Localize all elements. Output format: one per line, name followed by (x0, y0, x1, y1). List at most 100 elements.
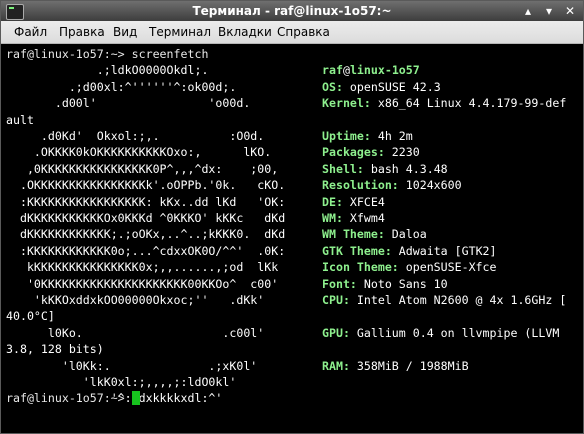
minimize-icon[interactable]: ▴ (520, 3, 536, 19)
info-value: bash 4.3.48 (363, 161, 448, 176)
info-value: Adwaita [GTK2] (391, 243, 497, 258)
logo-text: .d00l' 'o00d. (6, 96, 251, 111)
info-label: WM Theme: (322, 227, 385, 242)
logo-line: dKKKKKKKKKKKOx0KKKd ^0KKKO' kKKc dKd (6, 210, 285, 226)
info-label: Icon Theme: (322, 260, 399, 275)
logo-line: ,0KKKKKKKKKKKKKKKK0P^,,,^dx: ;00, (6, 161, 278, 177)
command-line: raf@linux-1o57:~> screenfetch (6, 46, 208, 62)
logo-text: 'kKKOxddxkOO00000Okxoc;'' .dKk' (6, 293, 265, 307)
logo-text: .OKKKKKKKKKKKKKKKKk'.oOPPb.'0k. cKO. (6, 178, 286, 193)
info-value: Intel Atom N2600 @ 4x 1.6GHz [ (349, 293, 567, 307)
logo-text: l0Ko. .c00l' (6, 325, 265, 340)
info-line: 3.8, 128 bits) (6, 341, 104, 357)
title-bar[interactable]: Терминал - raf@linux-1o57:~ ▴ ▾ ✕ (1, 1, 583, 21)
info-line: GTK Theme: Adwaita [GTK2] (322, 243, 497, 259)
info-line: CPU: Intel Atom N2600 @ 4x 1.6GHz [ (322, 292, 566, 308)
info-line: Shell: bash 4.3.48 (322, 161, 448, 177)
info-value: Gallium 0.4 on llvmpipe (LLVM (349, 325, 560, 340)
info-label: Uptime: (322, 129, 371, 143)
info-line: WM Theme: Daloa (322, 226, 427, 242)
user-name: raf (322, 63, 343, 78)
info-value: x86_64 Linux 4.4.179-99-def (370, 96, 567, 111)
info-line: Kernel: x86_64 Linux 4.4.179-99-def (322, 95, 566, 111)
menu-view[interactable]: Вид (113, 25, 137, 39)
menu-bar: Файл Правка Вид Терминал Вкладки Справка (1, 21, 583, 44)
at-sign: @ (342, 63, 350, 78)
prompt: raf@linux-1o57:~> (6, 47, 132, 61)
logo-line: .OKKKK0kOKKKKKKKKKKOxo:, lKO. (6, 144, 271, 160)
logo-line: 'lkK0xl:;,,,,;:ldO0kl' (6, 374, 237, 390)
info-line: Uptime: 4h 2m (322, 128, 413, 144)
info-label: Kernel: (322, 96, 371, 111)
info-label: WM: (322, 211, 343, 225)
logo-text: .;d00xl:^''''''^:ok00d;. (6, 79, 237, 94)
text-cursor[interactable] (131, 391, 140, 406)
logo-line: kKKKKKKKKKKKKKKK0x;,,......,;od lKk (6, 259, 278, 275)
logo-text: dKKKKKKKKKKKOx0KKKd ^0KKKO' kKKc dKd (6, 211, 286, 225)
info-line: GPU: Gallium 0.4 on llvmpipe (LLVM (322, 325, 559, 341)
info-line: DE: XFCE4 (322, 194, 385, 210)
logo-line: .d0Kd' Okxol:;,. :O0d. (6, 128, 264, 144)
logo-line: :KKKKKKKKKKKK0o;...^cdxxOK0O/^^' .0K: (6, 243, 285, 259)
info-value: openSUSE 42.3 (342, 79, 441, 94)
info-value: Daloa (384, 227, 427, 242)
info-label: GPU: (322, 325, 350, 340)
close-icon[interactable]: ✕ (562, 3, 578, 19)
info-label: Shell: (322, 161, 364, 176)
info-line: Resolution: 1024x600 (322, 177, 462, 193)
window-title: Терминал - raf@linux-1o57:~ (192, 4, 392, 18)
info-value: 358MiB / 1988MiB (349, 358, 469, 373)
logo-text: .OKKKK0kOKKKKKKKKKKOxo:, lKO. (6, 145, 272, 160)
logo-text: :KKKKKKKKKKKKKKKKK: kKx..dd lKd 'OK: (6, 194, 286, 209)
info-label: GTK Theme: (322, 243, 392, 258)
logo-line: .;d00xl:^''''''^:ok00d;. (6, 79, 237, 95)
logo-line: l0Ko. .c00l' (6, 325, 264, 341)
logo-line: .d00l' 'o00d. (6, 95, 250, 111)
info-value: XFCE4 (342, 194, 385, 209)
info-label: RAM: (322, 358, 350, 373)
info-line: Packages: 2230 (322, 144, 420, 160)
logo-text: .;ldkO0000Okdl;. (6, 63, 209, 78)
logo-line: .OKKKKKKKKKKKKKKKKk'.oOPPb.'0k. cKO. (6, 177, 285, 193)
info-label: Packages: (322, 145, 385, 160)
logo-text: '0KKKKKKKKKKKKKKKKKKKKK00KKOo^ c00' (6, 276, 279, 291)
info-label: DE: (322, 194, 343, 209)
logo-text: :KKKKKKKKKKKK0o;...^cdxxOK0O/^^' .0K: (6, 243, 286, 258)
logo-text: dKKKKKKKKKKKK;.;oOKx,..^..;kKKK0. dKd (6, 227, 286, 242)
info-label: CPU: (322, 293, 350, 307)
info-value: 1024x600 (398, 178, 462, 193)
logo-line: :KKKKKKKKKKKKKKKKK: kKx..dd lKd 'OK: (6, 194, 285, 210)
info-value: 4h 2m (370, 129, 413, 143)
info-label: Font: (322, 276, 357, 291)
info-value: 3.8, 128 bits) (6, 342, 104, 357)
logo-line: '0KKKKKKKKKKKKKKKKKKKKK00KKOo^ c00' (6, 276, 278, 292)
info-line: OS: openSUSE 42.3 (322, 79, 441, 95)
terminal-window: Терминал - raf@linux-1o57:~ ▴ ▾ ✕ Файл П… (0, 0, 584, 434)
info-line: ault (6, 112, 34, 128)
terminal-output[interactable]: raf@linux-1o57:~> screenfetch .;ldkO0000… (1, 44, 583, 433)
logo-text: 'l0Kk:. .;xK0l' (6, 358, 258, 373)
info-value: 40.0°C] (6, 309, 55, 324)
menu-terminal[interactable]: Терминал (149, 25, 211, 39)
user-host: raf@linux-1o57 (322, 62, 420, 78)
logo-line: 'kKKOxddxkOO00000Okxoc;'' .dKk' (6, 292, 264, 308)
prompt: raf@linux-1o57:~> (6, 391, 132, 406)
maximize-icon[interactable]: ▾ (541, 3, 557, 19)
info-line: Font: Noto Sans 10 (322, 276, 448, 292)
info-line: RAM: 358MiB / 1988MiB (322, 358, 469, 374)
info-value: openSUSE-Xfce (398, 260, 497, 275)
logo-text: 'lkK0xl:;,,,,;:ldO0kl' (6, 375, 237, 389)
prompt-line: raf@linux-1o57:~> (6, 390, 140, 406)
info-value: Noto Sans 10 (356, 276, 448, 291)
menu-edit[interactable]: Правка (59, 25, 105, 39)
logo-text: .d0Kd' Okxol:;,. :O0d. (6, 129, 265, 143)
menu-tabs[interactable]: Вкладки (218, 25, 272, 39)
info-line: WM: Xfwm4 (322, 210, 385, 226)
logo-line: 'l0Kk:. .;xK0l' (6, 358, 257, 374)
host-name: linux-1o57 (349, 63, 420, 78)
menu-file[interactable]: Файл (14, 25, 47, 39)
info-value: 2230 (384, 145, 420, 160)
logo-text: kKKKKKKKKKKKKKKK0x;,,......,;od lKk (6, 260, 279, 275)
menu-help[interactable]: Справка (277, 25, 330, 39)
logo-text: ,0KKKKKKKKKKKKKKKK0P^,,,^dx: ;00, (6, 161, 279, 176)
